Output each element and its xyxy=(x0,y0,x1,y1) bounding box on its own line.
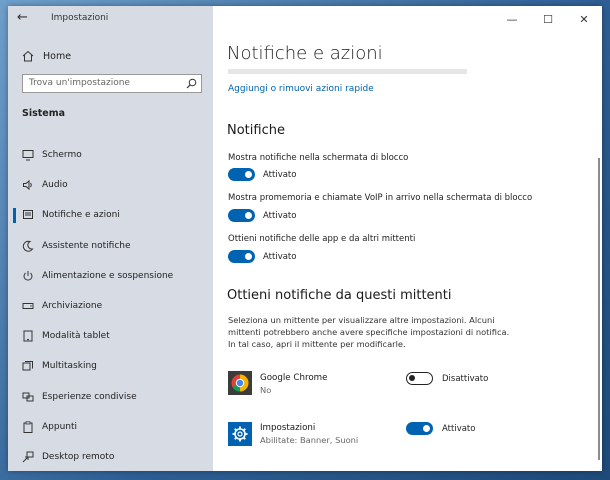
home-icon xyxy=(22,50,34,62)
toggle-voip-reminders[interactable] xyxy=(228,209,255,222)
sidebar-item-label: Appunti xyxy=(42,421,78,432)
sidebar-item-label: Archiviazione xyxy=(42,301,103,312)
storage-icon xyxy=(22,303,34,310)
search-input[interactable]: Trova un'impostazione xyxy=(22,74,202,93)
search-placeholder: Trova un'impostazione xyxy=(29,78,130,88)
sender-name: Impostazioni xyxy=(260,423,316,433)
tablet-icon xyxy=(23,330,33,342)
sidebar-item-label: Schermo xyxy=(42,150,82,161)
sidebar-item-notifiche-e-azioni[interactable]: Notifiche e azioni xyxy=(8,200,213,230)
sidebar-nav: Schermo Audio Notifiche e azioni Assiste… xyxy=(8,140,213,471)
toggle-state-label: Attivato xyxy=(263,252,297,262)
sidebar-item-desktop-remoto[interactable]: Desktop remoto xyxy=(8,442,213,471)
sidebar-item-label: Audio xyxy=(42,180,68,191)
toggle-chrome-notifications[interactable] xyxy=(406,372,433,385)
toggle-impostazioni-notifications[interactable] xyxy=(406,422,433,435)
power-icon xyxy=(23,270,33,281)
toggle-lock-screen-notifications[interactable] xyxy=(228,168,255,181)
scrollbar[interactable] xyxy=(598,158,600,460)
multitasking-icon xyxy=(22,361,33,371)
notifications-heading: Notifiche xyxy=(227,123,285,138)
sidebar-item-multitasking[interactable]: Multitasking xyxy=(8,351,213,381)
sidebar-item-label: Esperienze condivise xyxy=(42,391,137,402)
sidebar-item-assistente-notifiche[interactable]: Assistente notifiche xyxy=(8,231,213,261)
sidebar-item-appunti[interactable]: Appunti xyxy=(8,412,213,442)
maximize-button[interactable]: ☐ xyxy=(531,6,565,32)
toggle-knob xyxy=(245,253,252,260)
sidebar-item-label: Desktop remoto xyxy=(42,451,115,462)
toggle-knob xyxy=(245,212,252,219)
toggle-knob xyxy=(409,375,415,381)
sender-sub: Abilitate: Banner, Suoni xyxy=(260,435,359,445)
section-label-sistema: Sistema xyxy=(22,108,66,119)
main-content: — ☐ ✕ Notifiche e azioni Aggiungi o rimu… xyxy=(213,6,602,471)
speaker-icon xyxy=(23,180,32,191)
sidebar-item-audio[interactable]: Audio xyxy=(8,170,213,200)
monitor-icon xyxy=(22,150,34,161)
toggle-state-label: Attivato xyxy=(442,424,476,434)
quick-actions-link[interactable]: Aggiungi o rimuovi azioni rapide xyxy=(228,84,374,94)
title-bar: ← Impostazioni xyxy=(8,6,213,32)
sidebar-item-schermo[interactable]: Schermo xyxy=(8,140,213,170)
loading-bar xyxy=(228,69,467,74)
moon-icon xyxy=(22,240,34,252)
close-button[interactable]: ✕ xyxy=(567,6,601,32)
minimize-button[interactable]: — xyxy=(495,6,529,32)
search-icon[interactable] xyxy=(186,78,197,89)
sidebar-item-esperienze-condivise[interactable]: Esperienze condivise xyxy=(8,382,213,412)
sidebar-item-label: Notifiche e azioni xyxy=(42,210,120,221)
sidebar-item-modalita-tablet[interactable]: Modalità tablet xyxy=(8,321,213,351)
remote-desktop-icon xyxy=(22,451,34,463)
chrome-icon xyxy=(228,371,252,395)
settings-window: ← Impostazioni Home Trova un'impostazion… xyxy=(8,6,602,471)
gear-icon xyxy=(228,422,252,446)
clipboard-icon xyxy=(23,421,33,433)
sidebar: ← Impostazioni Home Trova un'impostazion… xyxy=(8,6,213,471)
sidebar-item-archiviazione[interactable]: Archiviazione xyxy=(8,291,213,321)
sender-sub: No xyxy=(260,385,272,395)
sidebar-item-alimentazione[interactable]: Alimentazione e sospensione xyxy=(8,261,213,291)
home-label: Home xyxy=(43,50,72,62)
senders-heading: Ottieni notifiche da questi mittenti xyxy=(227,288,452,303)
toggle-state-label: Attivato xyxy=(263,211,297,221)
toggle-knob xyxy=(245,171,252,178)
active-indicator xyxy=(13,208,16,224)
notification-icon xyxy=(23,210,33,220)
sidebar-item-label: Multitasking xyxy=(42,361,97,372)
home-link[interactable]: Home xyxy=(22,48,71,64)
toggle-state-label: Attivato xyxy=(263,170,297,180)
shared-icon xyxy=(22,392,34,402)
toggle-app-notifications[interactable] xyxy=(228,250,255,263)
app-title: Impostazioni xyxy=(51,13,109,23)
setting-label-voip: Mostra promemoria e chiamate VoIP in arr… xyxy=(228,193,533,203)
back-arrow-icon[interactable]: ← xyxy=(17,10,28,25)
sender-name: Google Chrome xyxy=(260,373,328,383)
sidebar-item-label: Alimentazione e sospensione xyxy=(42,270,174,281)
sidebar-item-label: Modalità tablet xyxy=(42,331,110,342)
toggle-state-label: Disattivato xyxy=(442,374,489,384)
page-title: Notifiche e azioni xyxy=(227,43,383,64)
setting-label-lock-screen: Mostra notifiche nella schermata di bloc… xyxy=(228,153,409,163)
setting-label-app-notifications: Ottieni notifiche delle app e da altri m… xyxy=(228,234,416,244)
toggle-knob xyxy=(423,425,430,432)
senders-description: Seleziona un mittente per visualizzare a… xyxy=(228,315,510,349)
sidebar-item-label: Assistente notifiche xyxy=(42,240,131,251)
